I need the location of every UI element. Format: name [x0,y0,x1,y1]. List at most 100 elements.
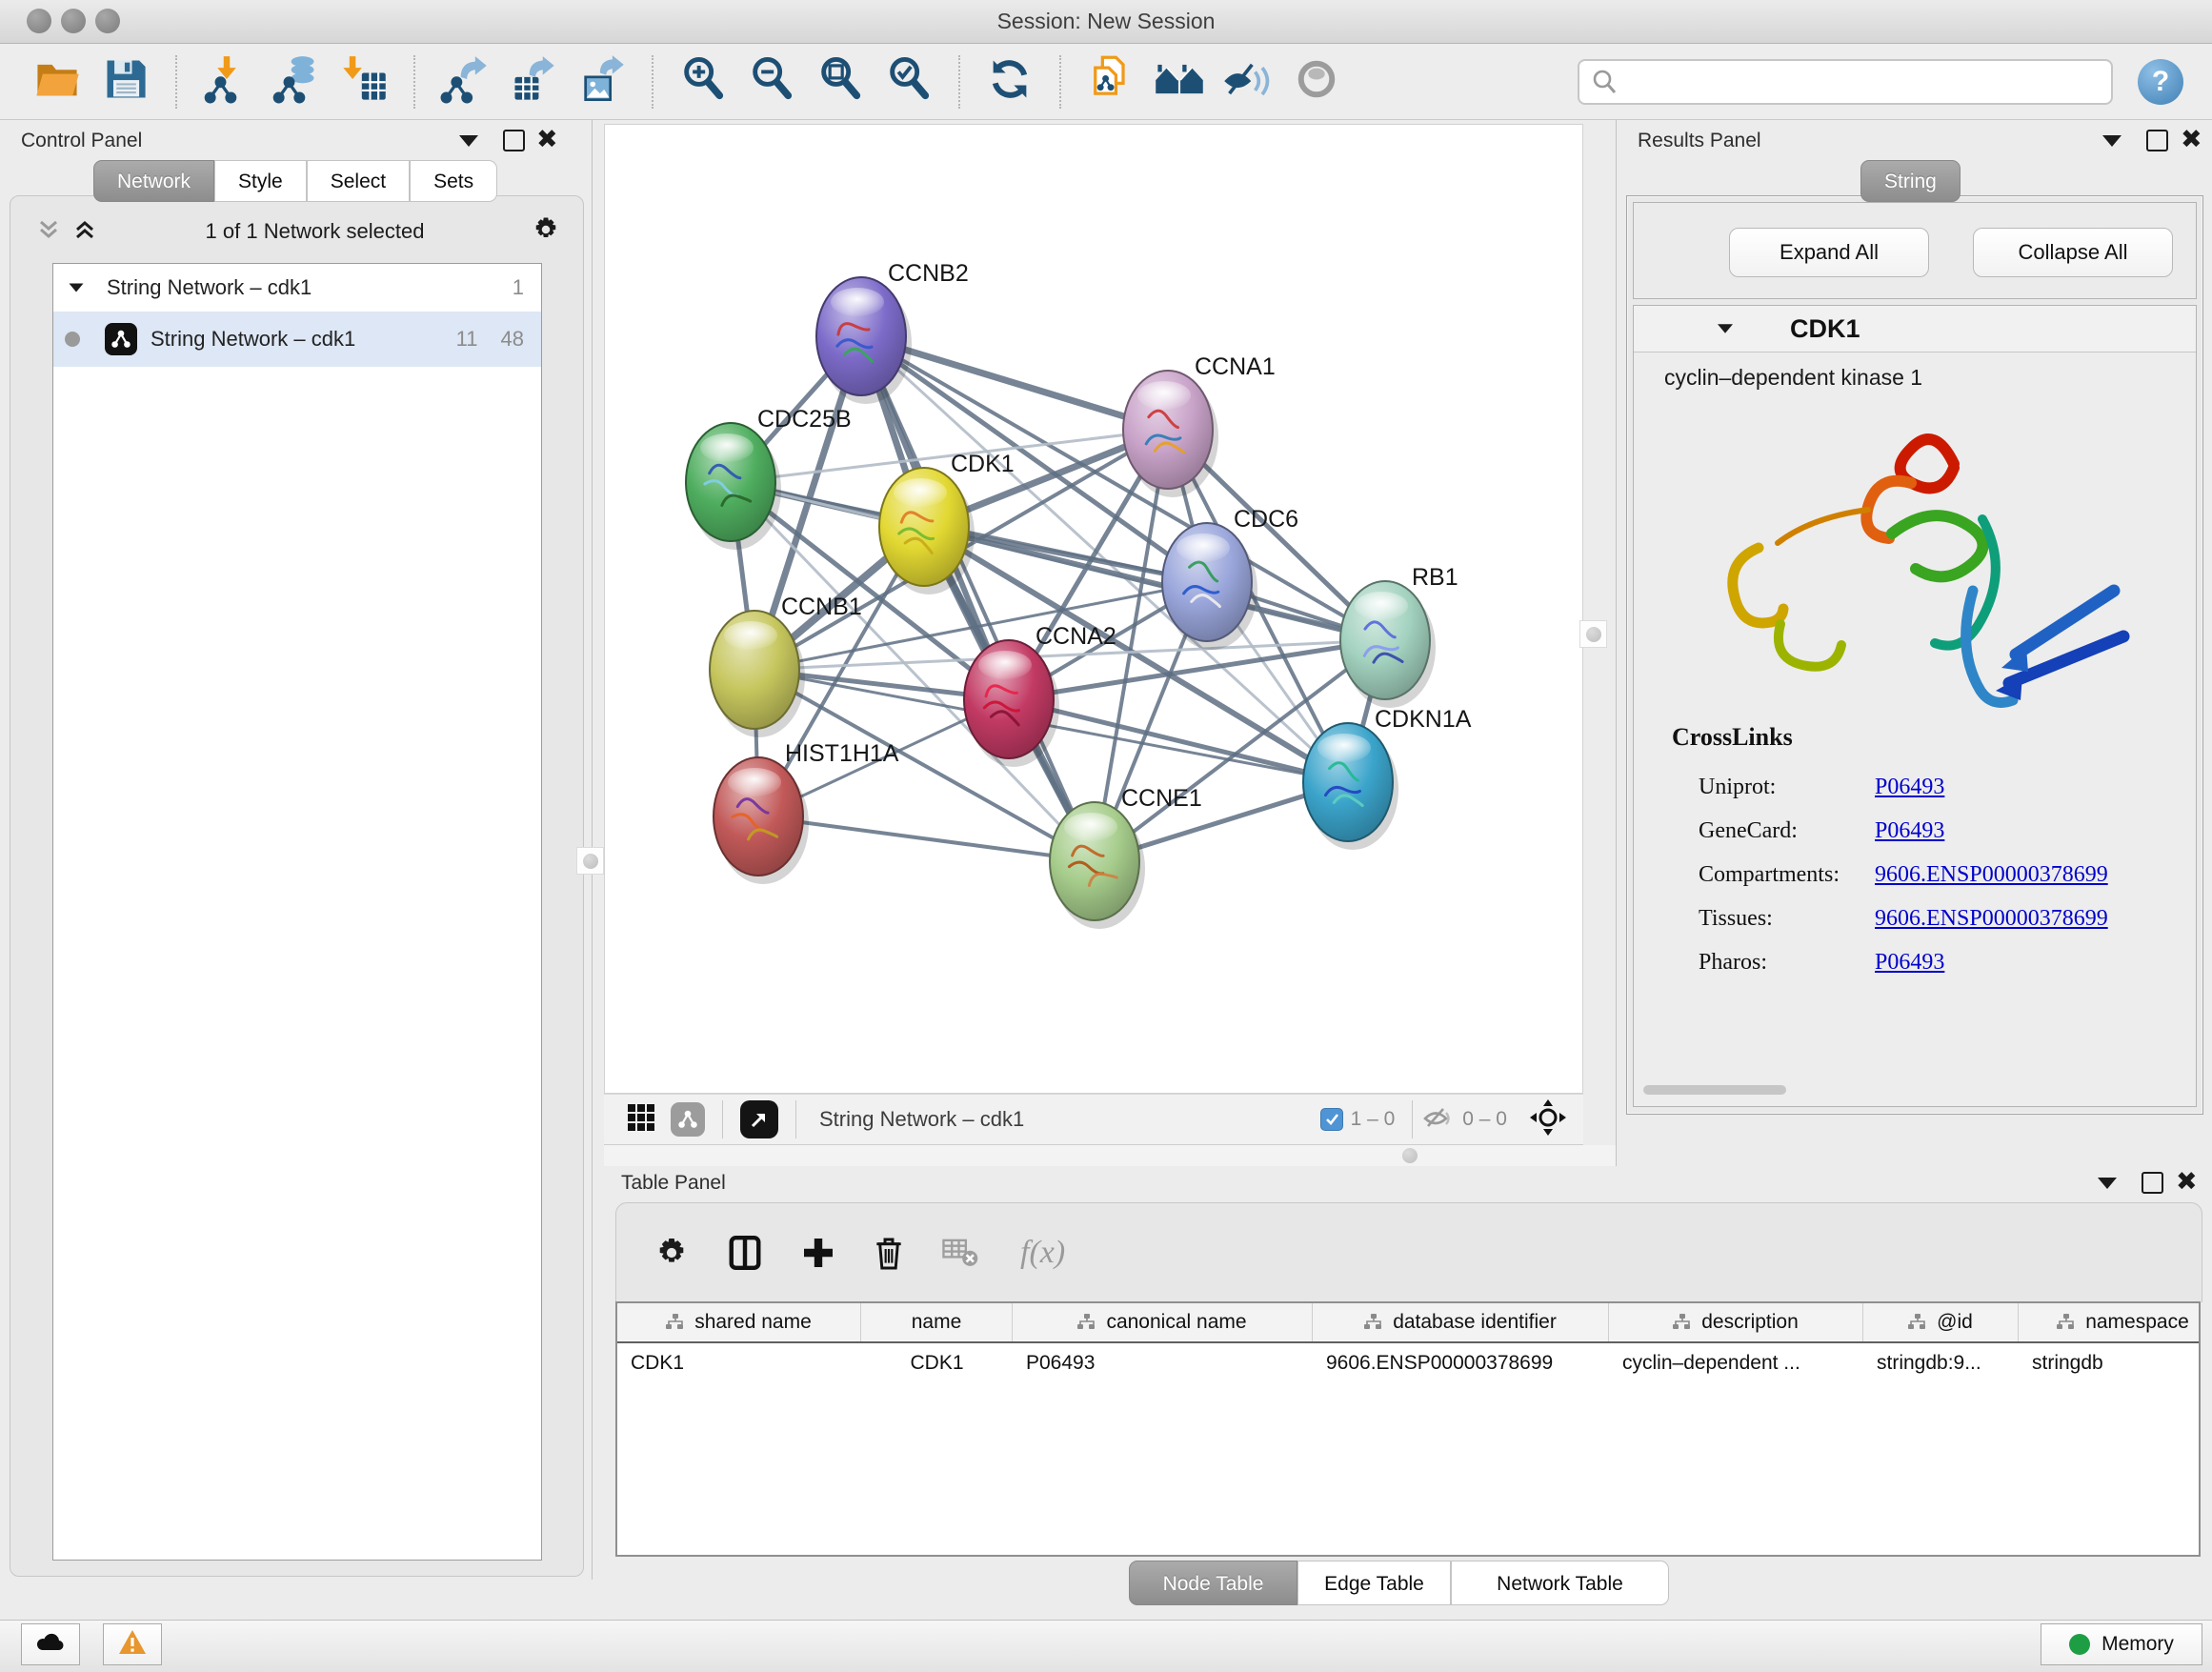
external-link-icon[interactable] [740,1100,778,1138]
gear-icon[interactable] [532,215,560,249]
tab-network[interactable]: Network [93,160,214,202]
collection-expand-icon[interactable] [70,284,84,292]
network-node-ccnb2[interactable]: CCNB2 [816,260,969,404]
panel-menu-icon[interactable] [2102,135,2122,147]
column-header--id[interactable]: @id [1863,1303,2019,1341]
node-label: CDK1 [951,451,1015,477]
node-label: CDC25B [757,406,852,433]
tab-string[interactable]: String [1860,160,1961,202]
network-collection-row[interactable]: String Network – cdk1 1 [53,264,541,312]
zoom-fit-button[interactable] [814,55,867,109]
network-node-ccna1[interactable]: CCNA1 [1123,353,1276,497]
network-canvas[interactable]: CCNB2CCNA1CDC25BCDK1CDC6RB1CCNB1CCNA2CDK… [604,124,1583,1094]
import-network-button[interactable] [200,55,253,109]
crosshair-icon[interactable] [1530,1099,1566,1140]
warning-icon [118,1629,147,1660]
toolbar-separator [413,55,415,109]
import-table-button[interactable] [337,55,391,109]
open-session-button[interactable] [30,55,84,109]
table-cell[interactable]: cyclin–dependent ... [1609,1352,1863,1375]
close-panel-icon[interactable]: ✖ [2176,1172,2198,1193]
node-label: RB1 [1412,564,1458,591]
expand-all-chevron-icon[interactable] [71,216,98,248]
gene-section-header[interactable]: CDK1 [1634,306,2196,353]
network-type-badge-icon[interactable] [671,1102,705,1137]
clone-network-button[interactable] [1084,55,1137,109]
network-tab-panel: 1 of 1 Network selected String Network –… [10,195,584,1577]
column-header-shared-name[interactable]: shared name [617,1303,861,1341]
node-table: shared namenamecanonical namedatabase id… [615,1301,2201,1557]
network-node-ccne1[interactable]: CCNE1 [1050,785,1202,929]
tab-edge-table[interactable]: Edge Table [1297,1561,1451,1605]
close-panel-icon[interactable]: ✖ [2181,130,2202,151]
apply-layout-button[interactable] [983,55,1036,109]
column-header-database-identifier[interactable]: database identifier [1313,1303,1609,1341]
birds-eye-view-icon[interactable] [627,1103,655,1137]
float-panel-icon[interactable] [503,130,525,151]
tab-network-table[interactable]: Network Table [1451,1561,1669,1605]
tab-sets[interactable]: Sets [410,160,497,202]
network-row[interactable]: String Network – cdk1 11 48 [53,312,541,367]
show-hidden-button[interactable] [1290,55,1343,109]
panel-menu-icon[interactable] [2098,1178,2117,1189]
column-header-name[interactable]: name [861,1303,1013,1341]
memory-button[interactable]: Memory [2041,1623,2202,1665]
network-node-rb1[interactable]: RB1 [1340,564,1458,708]
crosslink-value[interactable]: 9606.ENSP00000378699 [1875,906,2108,932]
collapse-all-button[interactable]: Collapse All [1973,228,2173,277]
import-network-from-database-button[interactable] [269,55,322,109]
zoom-out-button[interactable] [745,55,798,109]
float-panel-icon[interactable] [2142,1172,2163,1194]
table-cell[interactable]: P06493 [1013,1352,1313,1375]
add-column-icon[interactable] [801,1236,835,1270]
show-columns-icon[interactable] [727,1235,763,1271]
crosslink-value[interactable]: P06493 [1875,775,1944,800]
table-row[interactable]: CDK1CDK1P064939606.ENSP00000378699cyclin… [617,1343,2199,1383]
tab-node-table[interactable]: Node Table [1129,1561,1297,1605]
expand-all-button[interactable]: Expand All [1729,228,1929,277]
zoom-in-button[interactable] [676,55,730,109]
table-cell[interactable]: stringdb:9... [1863,1352,2019,1375]
network-node-hist1h1a[interactable]: HIST1H1A [714,740,899,884]
collapse-all-chevron-icon[interactable] [35,216,62,248]
network-edge[interactable] [861,336,1095,861]
network-node-cdc25b[interactable]: CDC25B [686,406,852,550]
function-builder-button: f(x) [1020,1235,1065,1271]
gear-icon[interactable] [654,1236,689,1270]
column-header-namespace[interactable]: namespace [2019,1303,2201,1341]
show-all-networks-button[interactable] [1153,55,1206,109]
right-splitter-handle[interactable] [1579,620,1607,648]
tab-style[interactable]: Style [214,160,307,202]
search-input[interactable] [1578,59,2113,105]
warnings-button[interactable] [103,1623,162,1665]
hide-selected-button[interactable] [1221,55,1275,109]
panel-menu-icon[interactable] [459,135,478,147]
crosslink-value[interactable]: P06493 [1875,950,1944,976]
zoom-fit-icon [815,54,865,109]
results-scrollbar-thumb[interactable] [1643,1085,1786,1095]
tab-select[interactable]: Select [307,160,410,202]
network-node-cdk1[interactable]: CDK1 [879,451,1015,594]
cloud-button[interactable] [21,1623,80,1665]
column-header-canonical-name[interactable]: canonical name [1013,1303,1313,1341]
selected-checkbox-icon[interactable] [1320,1108,1343,1131]
export-image-button[interactable] [575,55,629,109]
zoom-selected-button[interactable] [882,55,935,109]
table-cell[interactable]: CDK1 [617,1352,861,1375]
column-header-description[interactable]: description [1609,1303,1863,1341]
save-session-button[interactable] [99,55,152,109]
export-network-button[interactable] [438,55,492,109]
export-table-button[interactable] [507,55,560,109]
left-splitter-handle[interactable] [576,847,604,875]
float-panel-icon[interactable] [2146,130,2168,151]
table-cell[interactable]: 9606.ENSP00000378699 [1313,1352,1609,1375]
section-collapse-icon[interactable] [1718,324,1733,333]
help-button[interactable]: ? [2138,59,2183,105]
crosslink-value[interactable]: P06493 [1875,818,1944,844]
table-cell[interactable]: stringdb [2019,1352,2201,1375]
network-node-cdkn1a[interactable]: CDKN1A [1303,706,1472,850]
table-cell[interactable]: CDK1 [861,1352,1013,1375]
delete-column-icon[interactable] [874,1235,904,1271]
crosslink-value[interactable]: 9606.ENSP00000378699 [1875,862,2108,888]
close-panel-icon[interactable]: ✖ [536,130,558,151]
